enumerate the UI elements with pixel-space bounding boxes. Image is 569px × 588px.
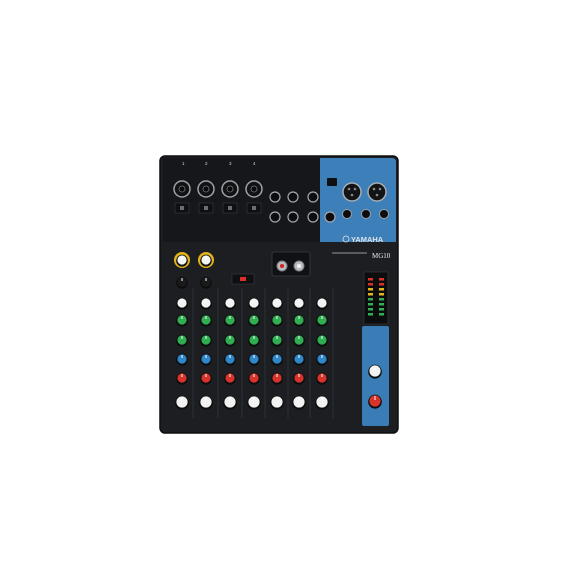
mixer-photo: YAMAHA MG10 1 2 3 4 [159,155,399,434]
jack-input-icon[interactable] [307,211,319,223]
xlr-input-icon[interactable] [367,182,387,202]
rca-inputs [271,251,311,277]
jack-input-icon[interactable] [287,191,299,203]
brand-name: YAMAHA [351,235,384,244]
jack-input-icon[interactable] [287,211,299,223]
jack-input-icon[interactable] [307,191,319,203]
xlr-input-icon[interactable] [342,182,362,202]
jack-input-icon[interactable] [361,209,371,219]
jack-input-icon[interactable] [379,209,389,219]
pad-switch[interactable] [231,273,255,285]
jack-input-icon[interactable] [342,209,352,219]
blue-input-panel [320,158,396,242]
jack-input-icon[interactable] [269,211,281,223]
jack-input-icon[interactable] [324,211,336,223]
jack-input-icon[interactable] [269,191,281,203]
led-meter-icon [363,271,389,325]
model-name: MG10 [372,252,391,260]
